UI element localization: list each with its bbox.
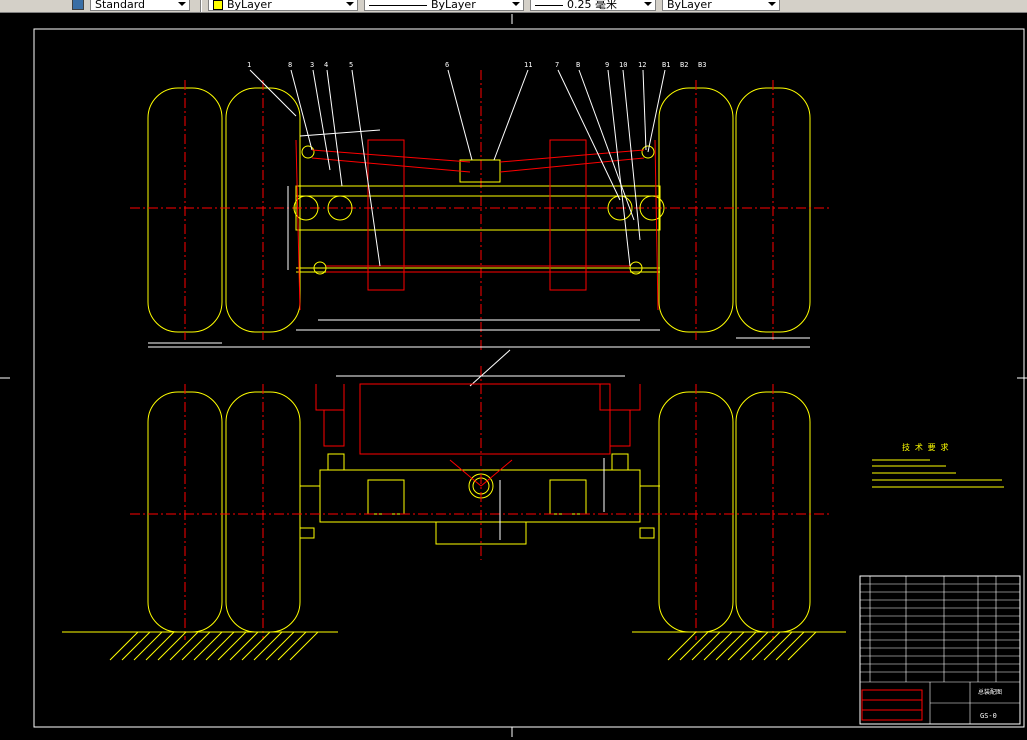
part-label: B [576, 61, 580, 69]
title-block-name: 总装配图 [978, 688, 1002, 696]
chevron-down-icon [768, 2, 776, 6]
part-label: 5 [349, 61, 353, 69]
chevron-down-icon [346, 2, 354, 6]
part-label: 10 [619, 61, 627, 69]
chevron-down-icon [644, 2, 652, 6]
lineweight-dropdown[interactable]: 0.25 毫米 [530, 0, 656, 11]
chevron-down-icon [512, 2, 520, 6]
part-label: B3 [698, 61, 706, 69]
tech-requirements-title: 技 术 要 求 [902, 442, 948, 452]
lineweight-sample-icon [535, 4, 563, 6]
drawing-frame [33, 28, 1025, 728]
part-label: 8 [288, 61, 292, 69]
linetype-dropdown[interactable]: ByLayer [364, 0, 524, 11]
part-label: 6 [445, 61, 449, 69]
plot-style-value: ByLayer [667, 0, 712, 11]
front-view [62, 366, 846, 661]
color-dropdown[interactable]: ByLayer [208, 0, 358, 11]
part-label: 12 [638, 61, 646, 69]
toolbar-separator [200, 0, 202, 12]
plot-style-dropdown[interactable]: ByLayer [662, 0, 780, 11]
linetype-value: ByLayer [431, 0, 476, 11]
top-view: 1 8 3 4 5 6 11 7 B 9 10 12 B1 B2 B3 [130, 61, 830, 387]
color-swatch-icon [213, 0, 223, 10]
lineweight-value: 0.25 毫米 [567, 0, 617, 11]
text-style-dropdown[interactable]: Standard [90, 0, 190, 11]
part-label: 3 [310, 61, 314, 69]
part-label: 4 [324, 61, 328, 69]
part-label: 1 [247, 61, 251, 69]
part-label: 7 [555, 61, 559, 69]
part-label: B2 [680, 61, 688, 69]
chevron-down-icon [178, 2, 186, 6]
part-label: 11 [524, 61, 532, 69]
text-style-value: Standard [95, 0, 146, 11]
cad-drawing-canvas[interactable]: 1 8 3 4 5 6 11 7 B 9 10 12 B1 B2 B3 技 术 … [0, 12, 1027, 740]
linetype-sample-icon [369, 4, 427, 6]
drawing-number: GS-0 [980, 712, 997, 720]
title-block: 总装配图 GS-0 [859, 575, 1021, 725]
color-value: ByLayer [227, 0, 272, 11]
technical-requirements: 技 术 要 求 [872, 442, 1004, 488]
part-label: B1 [662, 61, 670, 69]
part-label: 9 [605, 61, 609, 69]
text-style-icon[interactable] [72, 0, 84, 10]
